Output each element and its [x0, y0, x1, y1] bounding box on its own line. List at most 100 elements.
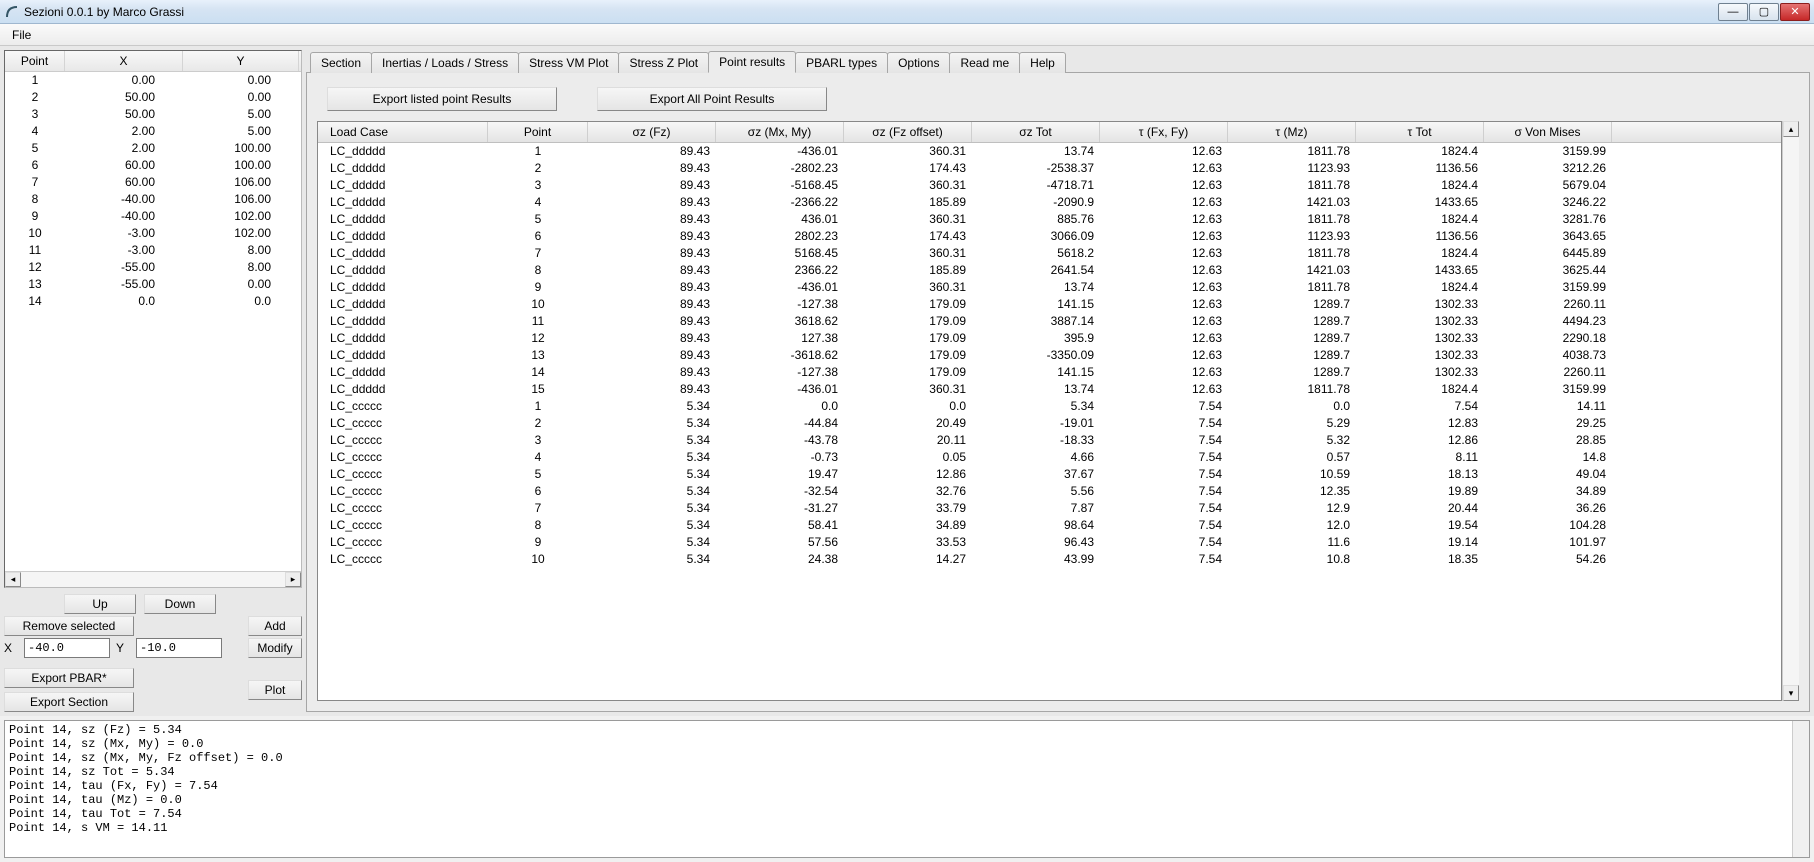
up-button[interactable]: Up: [64, 594, 136, 614]
tab-section[interactable]: Section: [310, 52, 372, 73]
tab-help[interactable]: Help: [1019, 52, 1066, 73]
cell: 5.34: [588, 398, 716, 415]
scroll-right-icon[interactable]: ▸: [285, 572, 301, 587]
v-scroll-track[interactable]: [1783, 137, 1799, 685]
table-row[interactable]: LC_ccccc95.3457.5633.5396.437.5411.619.1…: [318, 534, 1781, 551]
cell: 1824.4: [1356, 381, 1484, 398]
export-all-button[interactable]: Export All Point Results: [597, 87, 827, 111]
table-row[interactable]: 10-3.00102.00: [5, 225, 301, 242]
cell: 1289.7: [1228, 364, 1356, 381]
points-body[interactable]: 10.000.00250.000.00350.005.0042.005.0052…: [5, 72, 301, 571]
table-row[interactable]: LC_ddddd1189.433618.62179.093887.1412.63…: [318, 313, 1781, 330]
table-row[interactable]: LC_ccccc15.340.00.05.347.540.07.5414.11: [318, 398, 1781, 415]
table-row[interactable]: LC_ddddd289.43-2802.23174.43-2538.3712.6…: [318, 160, 1781, 177]
points-header-x[interactable]: X: [65, 51, 183, 71]
results-header-col[interactable]: σ Von Mises: [1484, 122, 1612, 142]
cell: -436.01: [716, 381, 844, 398]
table-row[interactable]: 8-40.00106.00: [5, 191, 301, 208]
results-header-col[interactable]: Point: [488, 122, 588, 142]
cell: -127.38: [716, 296, 844, 313]
table-row[interactable]: LC_ddddd489.43-2366.22185.89-2090.912.63…: [318, 194, 1781, 211]
table-row[interactable]: LC_ccccc55.3419.4712.8637.677.5410.5918.…: [318, 466, 1781, 483]
results-header-col[interactable]: σz Tot: [972, 122, 1100, 142]
close-button[interactable]: ✕: [1780, 3, 1810, 21]
tab-stress-vm-plot[interactable]: Stress VM Plot: [518, 52, 619, 73]
results-header-col[interactable]: σz (Mx, My): [716, 122, 844, 142]
tab-stress-z-plot[interactable]: Stress Z Plot: [618, 52, 709, 73]
scroll-down-icon[interactable]: ▾: [1783, 685, 1799, 701]
table-row[interactable]: 250.000.00: [5, 89, 301, 106]
points-header-y[interactable]: Y: [183, 51, 299, 71]
tab-options[interactable]: Options: [887, 52, 950, 73]
export-section-button[interactable]: Export Section: [4, 692, 134, 712]
results-header-col[interactable]: τ Tot: [1356, 122, 1484, 142]
table-row[interactable]: 760.00106.00: [5, 174, 301, 191]
cell: 29.25: [1484, 415, 1612, 432]
table-row[interactable]: 13-55.000.00: [5, 276, 301, 293]
scroll-left-icon[interactable]: ◂: [5, 572, 21, 587]
cell: 2: [488, 160, 588, 177]
log-textarea[interactable]: Point 14, sz (Fz) = 5.34 Point 14, sz (M…: [4, 720, 1810, 858]
menu-file[interactable]: File: [4, 26, 39, 44]
table-row[interactable]: LC_ccccc25.34-44.8420.49-19.017.545.2912…: [318, 415, 1781, 432]
table-row[interactable]: LC_ccccc35.34-43.7820.11-18.337.545.3212…: [318, 432, 1781, 449]
maximize-button[interactable]: ▢: [1749, 3, 1779, 21]
down-button[interactable]: Down: [144, 594, 216, 614]
table-row[interactable]: 52.00100.00: [5, 140, 301, 157]
table-row[interactable]: 42.005.00: [5, 123, 301, 140]
table-row[interactable]: LC_ddddd189.43-436.01360.3113.7412.63181…: [318, 143, 1781, 160]
table-row[interactable]: 660.00100.00: [5, 157, 301, 174]
table-row[interactable]: LC_ddddd1489.43-127.38179.09141.1512.631…: [318, 364, 1781, 381]
table-row[interactable]: LC_ddddd889.432366.22185.892641.5412.631…: [318, 262, 1781, 279]
table-row[interactable]: LC_ddddd589.43436.01360.31885.7612.63181…: [318, 211, 1781, 228]
results-header-col[interactable]: σz (Fz offset): [844, 122, 972, 142]
y-input[interactable]: [136, 638, 222, 658]
table-row[interactable]: LC_ddddd1089.43-127.38179.09141.1512.631…: [318, 296, 1781, 313]
table-row[interactable]: 10.000.00: [5, 72, 301, 89]
table-row[interactable]: 9-40.00102.00: [5, 208, 301, 225]
results-header-col[interactable]: Load Case: [318, 122, 488, 142]
points-header-point[interactable]: Point: [5, 51, 65, 71]
results-header-col[interactable]: τ (Fx, Fy): [1100, 122, 1228, 142]
log-v-scrollbar[interactable]: [1792, 721, 1809, 857]
table-row[interactable]: 350.005.00: [5, 106, 301, 123]
tab-inertias-loads-stress[interactable]: Inertias / Loads / Stress: [371, 52, 519, 73]
tab-read-me[interactable]: Read me: [949, 52, 1020, 73]
scroll-up-icon[interactable]: ▴: [1783, 121, 1799, 137]
results-header: Load CasePointσz (Fz)σz (Mx, My)σz (Fz o…: [318, 122, 1781, 143]
results-body[interactable]: LC_ddddd189.43-436.01360.3113.7412.63181…: [318, 143, 1781, 700]
table-row[interactable]: LC_ddddd1589.43-436.01360.3113.7412.6318…: [318, 381, 1781, 398]
results-header-col[interactable]: τ (Mz): [1228, 122, 1356, 142]
table-row[interactable]: 12-55.008.00: [5, 259, 301, 276]
table-row[interactable]: LC_ddddd989.43-436.01360.3113.7412.63181…: [318, 279, 1781, 296]
results-v-scrollbar[interactable]: ▴ ▾: [1782, 121, 1799, 701]
remove-selected-button[interactable]: Remove selected: [4, 616, 134, 636]
table-row[interactable]: 11-3.008.00: [5, 242, 301, 259]
table-row[interactable]: 140.00.0: [5, 293, 301, 310]
table-row[interactable]: LC_ddddd1289.43127.38179.09395.912.63128…: [318, 330, 1781, 347]
modify-button[interactable]: Modify: [248, 638, 302, 658]
add-button[interactable]: Add: [248, 616, 302, 636]
table-row[interactable]: LC_ddddd789.435168.45360.315618.212.6318…: [318, 245, 1781, 262]
x-input[interactable]: [24, 638, 110, 658]
cell: 89.43: [588, 143, 716, 160]
table-row[interactable]: LC_ddddd689.432802.23174.433066.0912.631…: [318, 228, 1781, 245]
tab-point-results[interactable]: Point results: [708, 51, 796, 73]
results-header-col[interactable]: σz (Fz): [588, 122, 716, 142]
tab-pbarl-types[interactable]: PBARL types: [795, 52, 888, 73]
h-scroll-track[interactable]: [21, 572, 285, 587]
table-row[interactable]: LC_ccccc75.34-31.2733.797.877.5412.920.4…: [318, 500, 1781, 517]
table-row[interactable]: LC_ddddd1389.43-3618.62179.09-3350.0912.…: [318, 347, 1781, 364]
tabstrip: SectionInertias / Loads / StressStress V…: [306, 50, 1810, 73]
cell-x: 50.00: [65, 106, 183, 123]
table-row[interactable]: LC_ddddd389.43-5168.45360.31-4718.7112.6…: [318, 177, 1781, 194]
export-listed-button[interactable]: Export listed point Results: [327, 87, 557, 111]
table-row[interactable]: LC_ccccc105.3424.3814.2743.997.5410.818.…: [318, 551, 1781, 568]
table-row[interactable]: LC_ccccc85.3458.4134.8998.647.5412.019.5…: [318, 517, 1781, 534]
table-row[interactable]: LC_ccccc65.34-32.5432.765.567.5412.3519.…: [318, 483, 1781, 500]
minimize-button[interactable]: —: [1718, 3, 1748, 21]
table-row[interactable]: LC_ccccc45.34-0.730.054.667.540.578.1114…: [318, 449, 1781, 466]
points-h-scrollbar[interactable]: ◂ ▸: [5, 571, 301, 587]
export-pbar-button[interactable]: Export PBAR*: [4, 668, 134, 688]
plot-button[interactable]: Plot: [248, 680, 302, 700]
